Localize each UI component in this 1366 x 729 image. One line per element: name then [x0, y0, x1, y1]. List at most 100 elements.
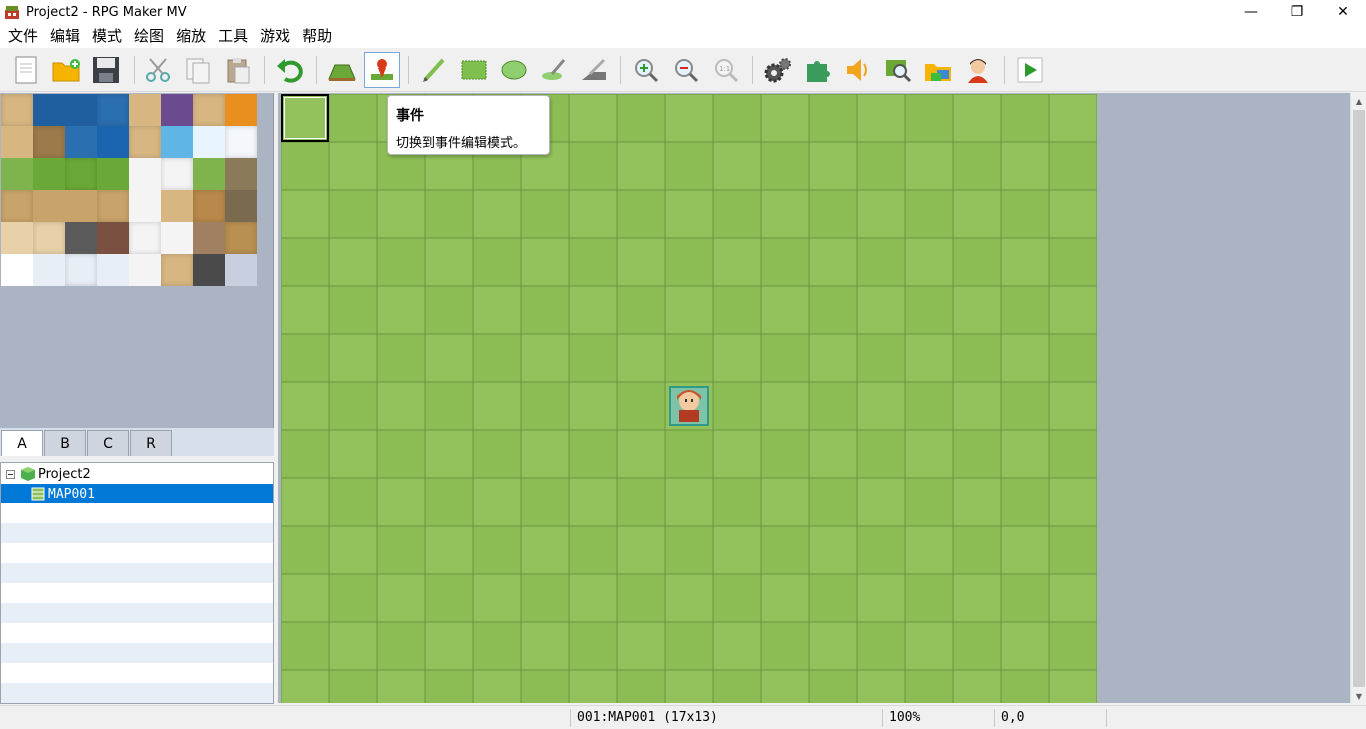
- tile-swatch[interactable]: [65, 190, 97, 222]
- tab-c[interactable]: C: [87, 430, 129, 456]
- tab-a[interactable]: A: [1, 430, 43, 456]
- tile-swatch[interactable]: [193, 222, 225, 254]
- tab-r[interactable]: R: [130, 430, 172, 456]
- tile-swatch[interactable]: [33, 94, 65, 126]
- tile-swatch[interactable]: [97, 254, 129, 286]
- menu-mode[interactable]: 模式: [86, 24, 128, 48]
- vertical-scrollbar[interactable]: ▲ ▼: [1350, 93, 1366, 704]
- tile-swatch[interactable]: [33, 254, 65, 286]
- resource-manager-button[interactable]: [920, 52, 956, 88]
- tile-swatch[interactable]: [161, 158, 193, 190]
- map-tile: [618, 287, 664, 333]
- tile-swatch[interactable]: [161, 222, 193, 254]
- tile-swatch[interactable]: [225, 254, 257, 286]
- tile-swatch[interactable]: [225, 94, 257, 126]
- tile-swatch[interactable]: [129, 126, 161, 158]
- fill-button[interactable]: [536, 52, 572, 88]
- tile-swatch[interactable]: [97, 222, 129, 254]
- tile-swatch[interactable]: [65, 94, 97, 126]
- tile-swatch[interactable]: [33, 190, 65, 222]
- menu-game[interactable]: 游戏: [254, 24, 296, 48]
- open-project-button[interactable]: [48, 52, 84, 88]
- minimize-button[interactable]: —: [1228, 0, 1274, 24]
- tile-swatch[interactable]: [193, 190, 225, 222]
- tile-swatch[interactable]: [193, 158, 225, 190]
- tile-swatch[interactable]: [1, 190, 33, 222]
- zoom-out-button[interactable]: [668, 52, 704, 88]
- rectangle-button[interactable]: [456, 52, 492, 88]
- ellipse-button[interactable]: [496, 52, 532, 88]
- menu-scale[interactable]: 缩放: [170, 24, 212, 48]
- map-tile: [714, 191, 760, 237]
- tile-swatch[interactable]: [129, 254, 161, 286]
- tile-swatch[interactable]: [193, 94, 225, 126]
- tile-swatch[interactable]: [65, 222, 97, 254]
- zoom-actual-button[interactable]: 1:1: [708, 52, 744, 88]
- cut-button[interactable]: [140, 52, 176, 88]
- tile-swatch[interactable]: [161, 190, 193, 222]
- copy-button[interactable]: [180, 52, 216, 88]
- scroll-up-arrow[interactable]: ▲: [1351, 93, 1366, 109]
- tile-swatch[interactable]: [1, 222, 33, 254]
- tile-swatch[interactable]: [33, 222, 65, 254]
- save-project-button[interactable]: [88, 52, 124, 88]
- shadow-pen-button[interactable]: [576, 52, 612, 88]
- pencil-button[interactable]: [416, 52, 452, 88]
- tile-swatch[interactable]: [161, 126, 193, 158]
- tree-project-row[interactable]: Project2: [1, 464, 273, 484]
- playtest-button[interactable]: [1012, 52, 1048, 88]
- tooltip: 事件 切换到事件编辑模式。: [387, 95, 550, 155]
- tile-swatch[interactable]: [65, 126, 97, 158]
- plugin-manager-button[interactable]: [800, 52, 836, 88]
- scroll-down-arrow[interactable]: ▼: [1351, 688, 1366, 704]
- tile-swatch[interactable]: [1, 94, 33, 126]
- map-mode-button[interactable]: [324, 52, 360, 88]
- menu-edit[interactable]: 编辑: [44, 24, 86, 48]
- tile-swatch[interactable]: [225, 222, 257, 254]
- new-project-button[interactable]: [8, 52, 44, 88]
- restore-button[interactable]: ❐: [1274, 0, 1320, 24]
- menu-draw[interactable]: 绘图: [128, 24, 170, 48]
- tile-swatch[interactable]: [129, 190, 161, 222]
- tile-swatch[interactable]: [33, 126, 65, 158]
- map-canvas[interactable]: [281, 94, 1097, 703]
- close-button[interactable]: ✕: [1320, 0, 1366, 24]
- undo-button[interactable]: [272, 52, 308, 88]
- player-start-event[interactable]: [669, 386, 709, 426]
- event-mode-button[interactable]: [364, 52, 400, 88]
- tile-swatch[interactable]: [193, 254, 225, 286]
- tile-swatch[interactable]: [129, 158, 161, 190]
- event-searcher-button[interactable]: [880, 52, 916, 88]
- tab-b[interactable]: B: [44, 430, 86, 456]
- tile-swatch[interactable]: [161, 94, 193, 126]
- tile-swatch[interactable]: [65, 254, 97, 286]
- tile-swatch[interactable]: [1, 126, 33, 158]
- database-button[interactable]: [760, 52, 796, 88]
- zoom-in-button[interactable]: [628, 52, 664, 88]
- collapse-icon[interactable]: [6, 469, 15, 479]
- menu-file[interactable]: 文件: [2, 24, 44, 48]
- tile-swatch[interactable]: [193, 126, 225, 158]
- tree-map-row[interactable]: MAP001: [1, 484, 273, 504]
- tile-swatch[interactable]: [65, 158, 97, 190]
- tile-swatch[interactable]: [1, 254, 33, 286]
- scroll-thumb[interactable]: [1353, 110, 1365, 687]
- tile-swatch[interactable]: [225, 126, 257, 158]
- tile-swatch[interactable]: [225, 190, 257, 222]
- tile-swatch[interactable]: [97, 158, 129, 190]
- tile-swatch[interactable]: [97, 190, 129, 222]
- tile-swatch[interactable]: [97, 94, 129, 126]
- tile-swatch[interactable]: [33, 158, 65, 190]
- tileset-grid[interactable]: [1, 94, 257, 286]
- tile-swatch[interactable]: [97, 126, 129, 158]
- menu-help[interactable]: 帮助: [296, 24, 338, 48]
- sound-test-button[interactable]: [840, 52, 876, 88]
- paste-button[interactable]: [220, 52, 256, 88]
- character-generator-button[interactable]: [960, 52, 996, 88]
- tile-swatch[interactable]: [225, 158, 257, 190]
- tile-swatch[interactable]: [161, 254, 193, 286]
- menu-tools[interactable]: 工具: [212, 24, 254, 48]
- tile-swatch[interactable]: [1, 158, 33, 190]
- tile-swatch[interactable]: [129, 94, 161, 126]
- tile-swatch[interactable]: [129, 222, 161, 254]
